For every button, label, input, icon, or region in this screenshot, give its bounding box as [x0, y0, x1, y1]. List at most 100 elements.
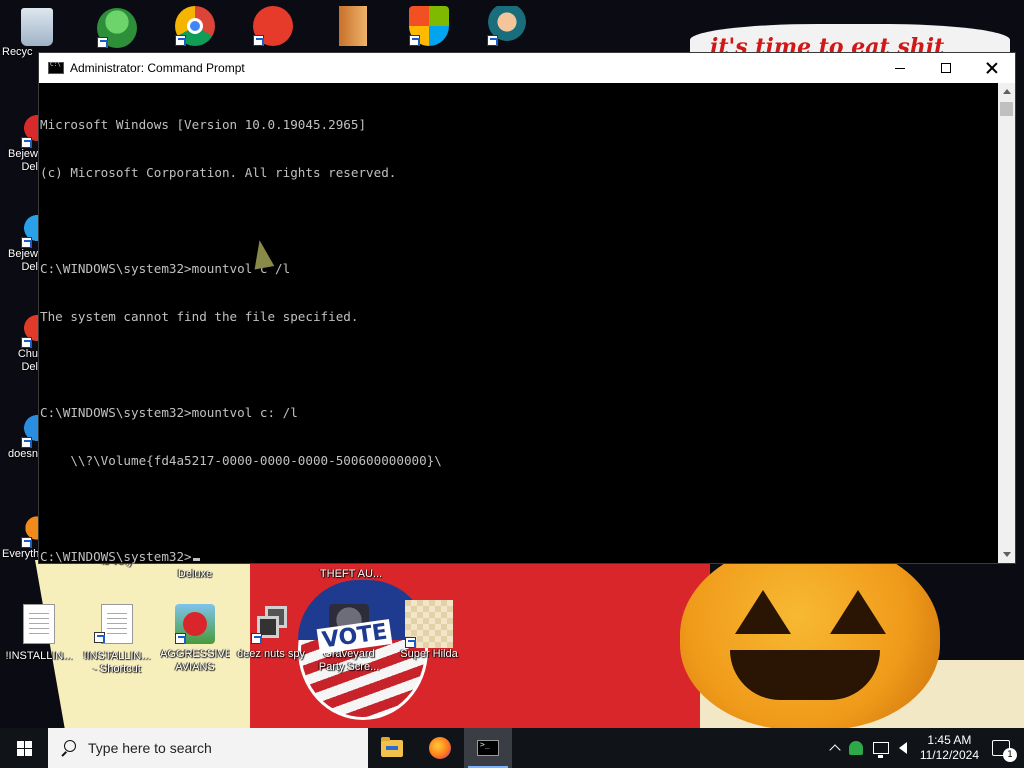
taskbar-file-explorer[interactable] — [368, 728, 416, 768]
console-line: \\?\Volume{fd4a5217-0000-0000-0000-50060… — [40, 453, 442, 468]
arrow-up-icon — [1002, 89, 1011, 94]
desktop-icon-aggressive-avians[interactable]: AGGRESSIVE AVIANS — [160, 604, 230, 674]
shortcut-arrow-icon — [487, 35, 498, 46]
desktop-icon-label: !INSTALLIN... - Shortcut — [83, 650, 151, 675]
console-prompt-line[interactable]: C:\WINDOWS\system32> — [40, 549, 998, 565]
shortcut-arrow-icon — [409, 35, 420, 46]
shortcut-arrow-icon — [21, 137, 32, 148]
action-center-button[interactable]: 1 — [987, 728, 1024, 768]
desktop-icon-label: Bejew Del — [8, 248, 38, 273]
shortcut-arrow-icon — [175, 633, 186, 644]
document-shortcut-icon — [94, 604, 133, 644]
windows-logo-icon — [16, 740, 32, 756]
minimize-icon — [895, 67, 905, 69]
console-output[interactable]: Microsoft Windows [Version 10.0.19045.29… — [39, 83, 998, 565]
desktop-icon-p-app[interactable] — [238, 6, 308, 46]
scrollbar-thumb[interactable] — [1000, 102, 1013, 116]
desktop-icon-label: deez nuts spy — [237, 648, 305, 660]
desktop-icon-installin[interactable]: !INSTALLIN... — [4, 604, 74, 663]
desktop-icon-label: !INSTALLIN... — [5, 650, 73, 662]
scroll-down-button[interactable] — [998, 546, 1015, 563]
shortcut-arrow-icon — [94, 632, 105, 643]
arrow-down-icon — [1002, 552, 1011, 557]
stacked-windows-icon — [251, 604, 291, 644]
firefox-icon — [429, 737, 451, 759]
shortcut-arrow-icon — [405, 637, 416, 648]
window-title: Administrator: Command Prompt — [70, 61, 245, 75]
console-prompt: C:\WINDOWS\system32> — [40, 549, 192, 564]
console-line: C:\WINDOWS\system32>mountvol c: /l — [40, 405, 298, 420]
desktop-icon-book[interactable] — [318, 6, 388, 46]
taskbar-clock[interactable]: 1:45 AM 11/12/2024 — [912, 733, 987, 763]
desktop-icon-installin-shortcut[interactable]: !INSTALLIN... - Shortcut — [82, 604, 152, 676]
chrome-icon — [175, 6, 215, 46]
desktop-icon-label: Chu Del — [17, 348, 38, 373]
maximize-icon — [941, 63, 951, 73]
people-icon — [97, 8, 137, 48]
search-placeholder: Type here to search — [88, 740, 212, 756]
command-prompt-icon — [48, 61, 64, 74]
book-icon — [339, 6, 367, 46]
taskbar: Type here to search 1:45 AM 11/12/2024 1 — [0, 728, 1024, 768]
console-line: The system cannot find the file specifie… — [40, 309, 359, 324]
desktop-icon-chrome[interactable] — [160, 6, 230, 46]
show-hidden-icons-button[interactable] — [826, 728, 844, 768]
taskbar-command-prompt[interactable] — [464, 728, 512, 768]
desktop-icon-people[interactable] — [82, 8, 152, 48]
notification-count-badge: 1 — [1003, 748, 1017, 762]
console-line: C:\WINDOWS\system32>mountvol c /l — [40, 261, 291, 276]
text-cursor — [192, 558, 200, 561]
volume-button[interactable] — [894, 728, 912, 768]
shortcut-arrow-icon — [97, 37, 108, 48]
desktop-icon-deez-nuts-spy[interactable]: deez nuts spy — [236, 604, 306, 661]
tray-people-button[interactable] — [844, 728, 868, 768]
taskbar-firefox[interactable] — [416, 728, 464, 768]
pixel-dog-icon — [405, 600, 453, 648]
command-prompt-window[interactable]: Administrator: Command Prompt Microsoft … — [38, 52, 1016, 564]
folder-icon — [381, 736, 403, 757]
speaker-icon — [898, 742, 907, 754]
vertical-scrollbar[interactable] — [998, 83, 1015, 563]
system-tray: 1:45 AM 11/12/2024 1 — [826, 728, 1024, 768]
close-button[interactable] — [969, 53, 1015, 83]
people-icon — [848, 741, 863, 755]
document-icon — [23, 604, 55, 644]
p-letter-icon — [253, 6, 293, 46]
windows-shield-icon — [409, 6, 449, 46]
desktop-icon-label: Super Hilda — [400, 648, 458, 660]
title-bar[interactable]: Administrator: Command Prompt — [39, 53, 1015, 83]
desktop-icon-windows[interactable] — [394, 6, 464, 46]
taskbar-search-box[interactable]: Type here to search — [48, 728, 368, 768]
close-icon — [986, 62, 998, 74]
recycle-bin-icon — [21, 8, 53, 46]
desktop-icon-label: doesn — [8, 448, 38, 460]
game-character-icon — [487, 6, 527, 46]
console-line: (c) Microsoft Corporation. All rights re… — [40, 165, 397, 180]
desktop-icon-game-character[interactable] — [472, 6, 542, 46]
shortcut-arrow-icon — [21, 237, 32, 248]
minimize-button[interactable] — [877, 53, 923, 83]
shortcut-arrow-icon — [251, 633, 262, 644]
shortcut-arrow-icon — [21, 437, 32, 448]
clock-time: 1:45 AM — [927, 733, 972, 747]
notification-icon: 1 — [992, 740, 1017, 762]
chevron-up-icon — [829, 744, 841, 756]
shortcut-arrow-icon — [253, 35, 264, 46]
network-icon — [872, 742, 889, 758]
search-icon — [60, 740, 76, 756]
shortcut-arrow-icon — [21, 337, 32, 348]
maximize-button[interactable] — [923, 53, 969, 83]
command-prompt-icon — [477, 740, 499, 756]
desktop-icon-label: Bejew Del — [8, 148, 38, 173]
network-button[interactable] — [868, 728, 894, 768]
clock-date: 11/12/2024 — [919, 748, 979, 762]
shortcut-arrow-icon — [175, 35, 186, 46]
angry-bird-icon — [175, 604, 215, 644]
console-line: Microsoft Windows [Version 10.0.19045.29… — [40, 117, 367, 132]
scroll-up-button[interactable] — [998, 83, 1015, 100]
desktop-icon-super-hilda[interactable]: Super Hilda — [394, 600, 464, 661]
start-button[interactable] — [0, 728, 48, 768]
